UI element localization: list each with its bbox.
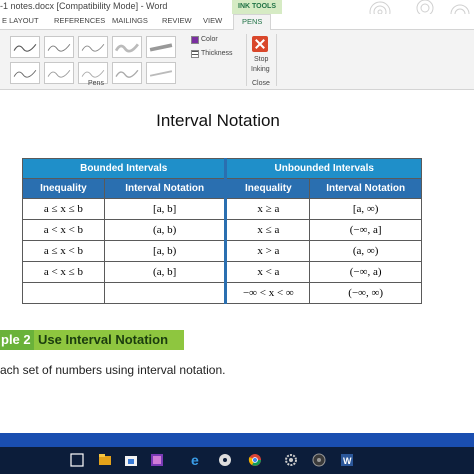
tab-mailings[interactable]: MAILINGS <box>112 16 148 25</box>
table-row: a ≤ x < b [a, b) x > a (a, ∞) <box>22 240 422 262</box>
media-icon[interactable] <box>218 453 232 467</box>
pen-stroke-icon <box>13 69 37 78</box>
taskbar: e W <box>0 433 474 474</box>
close-group-label: Close <box>252 80 270 87</box>
table-cell: (a, b] <box>103 261 227 283</box>
pen-preset-10[interactable] <box>146 62 176 84</box>
ribbon: Color Thickness Pens Stop Inking Close <box>0 30 474 90</box>
pen-preset-4[interactable] <box>112 36 142 58</box>
file-explorer-icon[interactable] <box>124 453 138 467</box>
pen-preset-3[interactable] <box>78 36 108 58</box>
screen: { "window": { "title": "-1 notes.docx [C… <box>0 0 474 474</box>
interval-notation-table: Bounded Intervals Unbounded Intervals In… <box>21 158 422 304</box>
ribbon-tabs: E LAYOUT REFERENCES MAILINGS REVIEW VIEW… <box>0 14 474 31</box>
tab-view[interactable]: VIEW <box>203 16 222 25</box>
svg-text:W: W <box>343 456 352 466</box>
pen-preset-5[interactable] <box>146 36 176 58</box>
pen-preset-1[interactable] <box>10 36 40 58</box>
pen-stroke-icon <box>81 43 105 52</box>
table-cell <box>103 282 227 304</box>
highlighter-stroke-icon <box>114 43 139 53</box>
tab-review[interactable]: REVIEW <box>162 16 192 25</box>
pens-group-label: Pens <box>88 80 104 87</box>
table-cell: −∞ < x < ∞ <box>224 282 311 304</box>
store-icon[interactable] <box>150 453 164 467</box>
stop-inking-label-line1[interactable]: Stop <box>254 56 268 63</box>
pen-stroke-icon <box>115 69 139 78</box>
table-cell: a < x ≤ b <box>22 261 105 283</box>
table-cell: [a, ∞) <box>309 198 422 220</box>
table-row: a < x < b (a, b) x ≤ a (−∞, a] <box>22 219 422 241</box>
page-title: Interval Notation <box>156 111 280 130</box>
pen-stroke-icon <box>47 69 71 78</box>
example-title: Use Interval Notation <box>34 330 184 350</box>
table-cell: x < a <box>224 261 311 283</box>
table-cell: (a, b) <box>103 219 227 241</box>
ink-tools-group-label: INK TOOLS <box>232 0 282 14</box>
thickness-icon <box>191 50 199 58</box>
table-cell: [a, b] <box>103 198 227 220</box>
table-cell: (−∞, a] <box>309 219 422 241</box>
table-row: a < x ≤ b (a, b] x < a (−∞, a) <box>22 261 422 283</box>
thickness-dropdown[interactable]: Thickness <box>201 50 233 57</box>
table-column-header: Inequality <box>22 178 105 199</box>
table-column-header: Inequality <box>224 178 311 199</box>
table-column-header: Interval Notation <box>309 178 422 199</box>
pen-stroke-icon <box>149 70 173 77</box>
start-icon[interactable] <box>70 453 84 467</box>
table-group-header: Unbounded Intervals <box>224 158 422 179</box>
app2-icon[interactable] <box>312 453 326 467</box>
ribbon-separator <box>246 34 247 86</box>
edge-icon[interactable]: e <box>190 453 204 467</box>
tab-pens[interactable]: PENS <box>233 14 272 31</box>
tab-page-layout[interactable]: E LAYOUT <box>2 16 39 25</box>
table-cell: a < x < b <box>22 219 105 241</box>
ribbon-separator <box>276 34 277 86</box>
pen-stroke-icon <box>47 43 71 52</box>
pen-preset-6[interactable] <box>10 62 40 84</box>
table-cell: a ≤ x ≤ b <box>22 198 105 220</box>
table-cell: x ≥ a <box>224 198 311 220</box>
example-instruction: ach set of numbers using interval notati… <box>0 363 226 377</box>
pen-stroke-icon <box>13 43 37 52</box>
table-cell <box>22 282 105 304</box>
highlighter-stroke-icon <box>149 43 173 52</box>
table-cell: (a, ∞) <box>309 240 422 262</box>
window-title: -1 notes.docx [Compatibility Mode] - Wor… <box>0 1 168 11</box>
color-swatch-icon <box>191 36 199 44</box>
title-bar: -1 notes.docx [Compatibility Mode] - Wor… <box>0 0 474 24</box>
table-cell: x > a <box>224 240 311 262</box>
tab-references[interactable]: REFERENCES <box>54 16 105 25</box>
stop-inking-label-line2[interactable]: Inking <box>251 66 270 73</box>
table-cell: (−∞, a) <box>309 261 422 283</box>
color-dropdown[interactable]: Color <box>201 36 218 43</box>
table-cell: (−∞, ∞) <box>309 282 422 304</box>
table-cell: x ≤ a <box>224 219 311 241</box>
task-view-icon[interactable] <box>98 453 112 467</box>
pen-preset-7[interactable] <box>44 62 74 84</box>
svg-text:e: e <box>191 453 199 467</box>
example-number: ple 2 <box>0 330 34 350</box>
pen-preset-9[interactable] <box>112 62 142 84</box>
table-cell: a ≤ x < b <box>22 240 105 262</box>
pen-preset-2[interactable] <box>44 36 74 58</box>
table-column-header: Interval Notation <box>103 178 227 199</box>
table-row: a ≤ x ≤ b [a, b] x ≥ a [a, ∞) <box>22 198 422 220</box>
table-row: −∞ < x < ∞ (−∞, ∞) <box>22 282 422 304</box>
stop-inking-icon[interactable] <box>252 36 268 52</box>
chrome-icon[interactable] <box>248 453 262 467</box>
table-group-header: Bounded Intervals <box>21 158 227 179</box>
settings-icon[interactable] <box>284 453 298 467</box>
table-cell: [a, b) <box>103 240 227 262</box>
word-icon[interactable]: W <box>340 453 354 467</box>
